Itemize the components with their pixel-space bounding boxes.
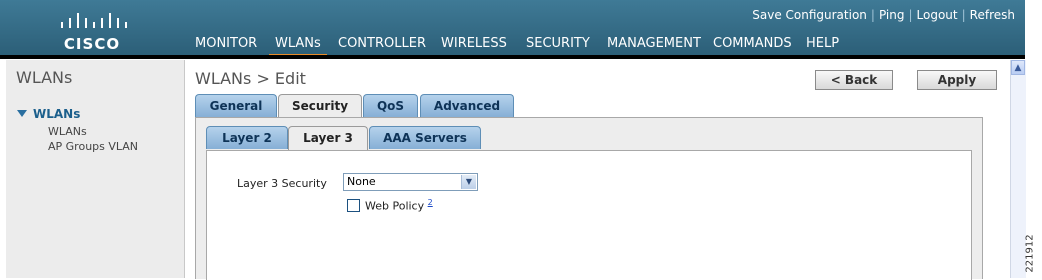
utility-links: Save Configuration | Ping | Logout | Refresh: [752, 8, 1015, 22]
sidebar-item-wlans[interactable]: WLANs: [48, 125, 87, 138]
nav-wireless[interactable]: WIRELESS: [441, 35, 507, 56]
sidebar-group-label: WLANs: [33, 107, 81, 121]
figure-number-text: 221912: [1024, 234, 1036, 273]
top-header: CISCO Save Configuration | Ping | Logout | Ref…: [0, 0, 1025, 58]
sidebar: WLANs WLANs WLANs AP Groups VLAN: [6, 60, 185, 278]
cisco-bridge-icon: [61, 13, 127, 28]
logout-link[interactable]: Logout: [917, 8, 958, 22]
expand-arrow-icon: [17, 110, 27, 117]
refresh-link[interactable]: Refresh: [970, 8, 1015, 22]
back-button[interactable]: < Back: [815, 70, 893, 90]
brand-name: CISCO: [63, 35, 121, 53]
tab-general[interactable]: General: [195, 94, 277, 117]
sidebar-group-wlans[interactable]: WLANs: [17, 107, 81, 121]
scroll-up-icon[interactable]: ▲: [1011, 60, 1025, 75]
layer3-security-label: Layer 3 Security: [237, 177, 327, 190]
nav-controller[interactable]: CONTROLLER: [338, 35, 426, 56]
tab-qos[interactable]: QoS: [363, 94, 418, 117]
subtab-layer2[interactable]: Layer 2: [206, 126, 288, 149]
layer3-panel: Layer 3 Security None ▼ Web Policy 2: [206, 150, 972, 280]
nav-commands[interactable]: COMMANDS: [713, 35, 792, 56]
figure-number: 221912: [1024, 230, 1041, 278]
save-configuration-link[interactable]: Save Configuration: [752, 8, 867, 22]
layer3-security-value: None: [347, 175, 376, 188]
sidebar-title: WLANs: [16, 68, 73, 87]
ping-link[interactable]: Ping: [879, 8, 905, 22]
tab-advanced[interactable]: Advanced: [420, 94, 514, 117]
security-panel: Layer 2 Layer 3 AAA Servers Layer 3 Secu…: [195, 117, 983, 280]
sidebar-item-ap-groups-vlan[interactable]: AP Groups VLAN: [48, 140, 138, 153]
main-content: WLANs > Edit < Back Apply General Securi…: [185, 60, 1010, 280]
nav-wlans[interactable]: WLANs: [269, 35, 327, 58]
apply-button[interactable]: Apply: [917, 70, 997, 90]
nav-help[interactable]: HELP: [806, 35, 839, 56]
separator: |: [961, 8, 966, 22]
nav-management[interactable]: MANAGEMENT: [607, 35, 701, 56]
page-title: WLANs > Edit: [195, 69, 306, 88]
web-policy-checkbox[interactable]: [347, 199, 360, 212]
separator: |: [908, 8, 913, 22]
subtab-layer3[interactable]: Layer 3: [288, 126, 368, 150]
header-divider: [0, 55, 1025, 59]
nav-security[interactable]: SECURITY: [526, 35, 590, 56]
layer3-security-select[interactable]: None ▼: [343, 173, 478, 191]
subtab-aaa-servers[interactable]: AAA Servers: [369, 126, 481, 149]
chevron-down-icon: ▼: [461, 175, 476, 189]
nav-monitor[interactable]: MONITOR: [195, 35, 257, 56]
web-policy-label: Web Policy 2: [365, 198, 433, 213]
vertical-scrollbar[interactable]: ▲: [1010, 60, 1026, 278]
cisco-logo[interactable]: CISCO: [52, 10, 142, 53]
separator: |: [870, 8, 875, 22]
web-policy-footnote-link[interactable]: 2: [428, 198, 433, 207]
tab-security[interactable]: Security: [278, 94, 362, 118]
web-policy-text: Web Policy: [365, 199, 425, 213]
